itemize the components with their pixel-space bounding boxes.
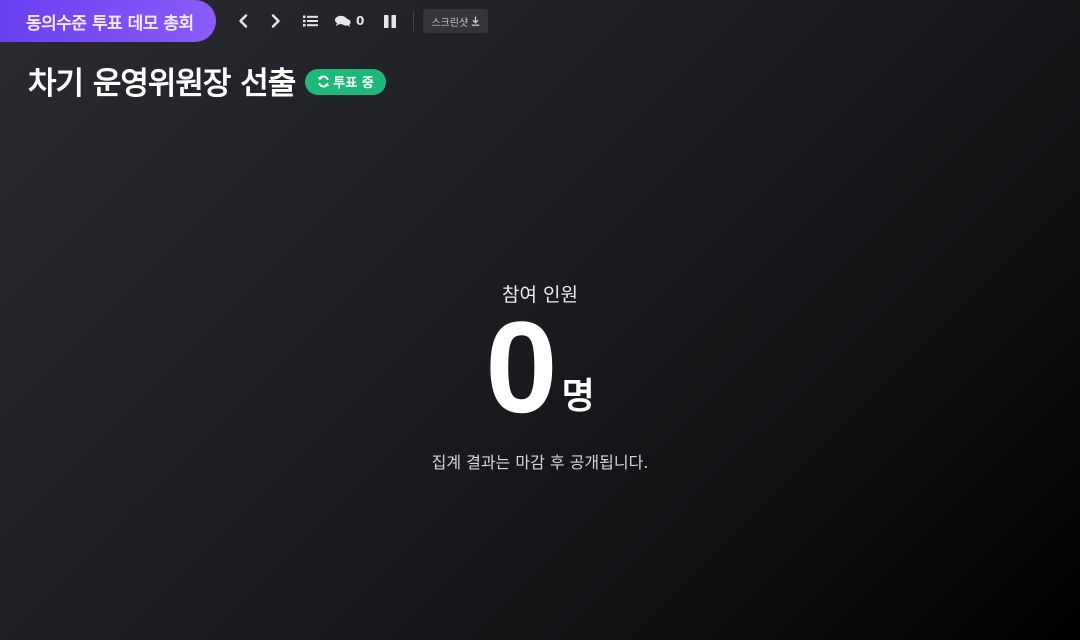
refresh-icon [318, 75, 330, 88]
participants-count-row: 0 명 [485, 294, 595, 440]
download-icon [471, 16, 480, 26]
toolbar-divider [413, 11, 415, 31]
screenshot-button[interactable]: 스크린샷 [423, 9, 489, 33]
comments-icon [335, 15, 351, 27]
previous-button[interactable] [234, 7, 252, 35]
chevron-right-icon [271, 14, 280, 28]
list-button[interactable] [301, 7, 319, 35]
chevron-left-icon [239, 14, 248, 28]
results-notice: 집계 결과는 마감 후 공개됩니다. [431, 453, 649, 472]
event-name: 동의수준 투표 데모 총회 [26, 13, 194, 34]
participants-count: 0 [485, 294, 558, 440]
participation-panel: 참여 인원 0 명 집계 결과는 마감 후 공개됩니다. [0, 280, 1080, 473]
title-row: 차기 운영위원장 선출 투표 중 [28, 58, 386, 103]
screenshot-label: 스크린샷 [431, 17, 469, 29]
comments-button[interactable]: 0 [335, 7, 364, 35]
status-badge: 투표 중 [305, 68, 386, 95]
list-icon [302, 15, 318, 27]
next-button[interactable] [267, 7, 285, 35]
page-title: 차기 운영위원장 선출 [28, 66, 296, 102]
pause-icon [384, 14, 397, 28]
participants-unit: 명 [561, 376, 595, 417]
pause-button[interactable] [382, 7, 398, 35]
comment-count: 0 [356, 14, 365, 28]
top-toolbar: 동의수준 투표 데모 총회 0 스크린샷 [0, 0, 489, 42]
status-badge-label: 투표 중 [333, 76, 374, 91]
event-name-pill[interactable]: 동의수준 투표 데모 총회 [0, 0, 216, 42]
